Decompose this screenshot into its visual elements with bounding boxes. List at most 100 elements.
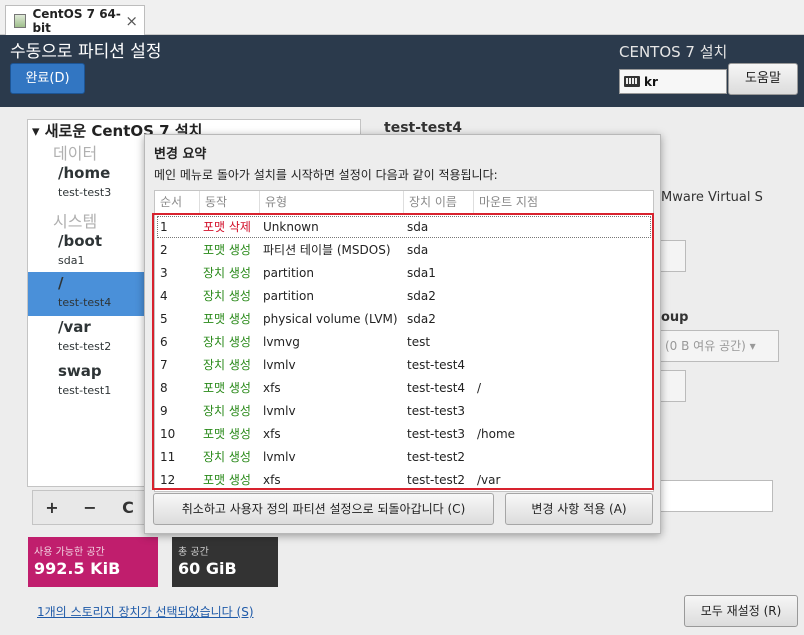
cell-mount: /: [477, 381, 482, 395]
cell-type: lvmvg: [263, 335, 300, 349]
cell-device: sda2: [407, 289, 436, 303]
cell-device: sda1: [407, 266, 436, 280]
column-device[interactable]: 장치 이름: [403, 191, 473, 214]
done-button[interactable]: 완료(D): [10, 63, 85, 94]
cell-action: 포맷 생성: [203, 381, 251, 395]
mount-name: /home: [58, 164, 111, 182]
table-row[interactable]: 4 장치 생성 partition sda2: [155, 285, 653, 308]
cell-device: test-test3: [407, 427, 466, 441]
cell-action: 포맷 생성: [203, 427, 251, 441]
storage-devices-link[interactable]: 1개의 스토리지 장치가 선택되었습니다 (S): [37, 603, 254, 620]
cell-type: lvmlv: [263, 404, 296, 418]
table-row[interactable]: 1 포맷 삭제 Unknown sda: [155, 216, 653, 239]
mount-name: /boot: [58, 232, 102, 250]
cell-type: partition: [263, 266, 314, 280]
cell-device: test: [407, 335, 431, 349]
cell-type: lvmlv: [263, 450, 296, 464]
column-type[interactable]: 유형: [259, 191, 403, 214]
total-space-box: 총 공간 60 GiB: [172, 537, 278, 587]
remove-mount-button[interactable]: −: [71, 491, 109, 524]
cell-order: 11: [160, 450, 176, 464]
keyboard-layout-indicator[interactable]: kr: [619, 69, 727, 94]
vm-icon: [14, 13, 27, 28]
changes-table: 순서 동작 유형 장치 이름 마운트 지점 1 포맷 삭제 Unknown sda 2 포…: [154, 190, 654, 492]
table-row[interactable]: 12 포맷 생성 xfs test-test2/var: [155, 469, 653, 491]
cell-action: 장치 생성: [203, 450, 251, 464]
cell-order: 8: [160, 381, 168, 395]
table-row[interactable]: 9 장치 생성 lvmlv test-test3: [155, 400, 653, 423]
cell-order: 10: [160, 427, 176, 441]
cell-action: 포맷 생성: [203, 312, 251, 326]
name-field[interactable]: [661, 480, 773, 512]
table-header: 순서 동작 유형 장치 이름 마운트 지점: [155, 191, 653, 215]
cell-action: 포맷 생성: [203, 243, 251, 257]
device-description: Mware Virtual S: [661, 190, 763, 205]
add-mount-button[interactable]: +: [33, 491, 71, 524]
volume-group-label: oup: [661, 310, 689, 325]
product-title: CENTOS 7 설치: [619, 43, 728, 61]
column-order[interactable]: 순서: [155, 191, 199, 214]
section-data: 데이터: [53, 144, 98, 163]
cell-order: 4: [160, 289, 168, 303]
vm-tab-title: CentOS 7 64-bit: [32, 6, 121, 35]
modify-device-button[interactable]: [661, 240, 686, 272]
cell-type: lvmlv: [263, 358, 296, 372]
mount-device: test-test1: [58, 384, 112, 397]
table-row[interactable]: 6 장치 생성 lvmvg test: [155, 331, 653, 354]
cell-order: 7: [160, 358, 168, 372]
cell-device: sda2: [407, 312, 436, 326]
cell-order: 12: [160, 473, 176, 487]
table-row[interactable]: 2 포맷 생성 파티션 테이블 (MSDOS) sda: [155, 239, 653, 262]
table-row[interactable]: 11 장치 생성 lvmlv test-test2: [155, 446, 653, 469]
mount-device: test-test2: [58, 340, 112, 353]
cell-device: test-test4: [407, 358, 466, 372]
volume-group-combo[interactable]: (0 B 여유 공간) ▾: [661, 330, 779, 362]
keyboard-layout-label: kr: [644, 74, 658, 89]
modify-group-button[interactable]: [661, 370, 686, 402]
anaconda-header: 수동으로 파티션 설정 완료(D) CENTOS 7 설치 kr 도움말: [0, 35, 804, 107]
reset-all-button[interactable]: 모두 재설정 (R): [684, 595, 798, 627]
cell-device: test-test2: [407, 473, 466, 487]
refresh-button[interactable]: C: [109, 491, 147, 524]
dialog-title: 변경 요약: [154, 147, 207, 162]
dialog-message: 메인 메뉴로 돌아가 설치를 시작하면 설정이 다음과 같이 적용됩니다:: [154, 168, 498, 182]
table-row[interactable]: 7 장치 생성 lvmlv test-test4: [155, 354, 653, 377]
cell-type: 파티션 테이블 (MSDOS): [263, 243, 391, 257]
cell-order: 1: [160, 220, 168, 234]
mount-name: /: [58, 274, 64, 292]
table-row[interactable]: 3 장치 생성 partition sda1: [155, 262, 653, 285]
cell-action: 장치 생성: [203, 404, 251, 418]
cell-order: 5: [160, 312, 168, 326]
help-button[interactable]: 도움말: [728, 63, 798, 95]
table-row[interactable]: 8 포맷 생성 xfs test-test4 /: [155, 377, 653, 400]
cell-order: 2: [160, 243, 168, 257]
accept-changes-button[interactable]: 변경 사항 적용 (A): [505, 493, 653, 525]
cell-action: 장치 생성: [203, 266, 251, 280]
cancel-return-button[interactable]: 취소하고 사용자 정의 파티션 설정으로 되돌아갑니다 (C): [153, 493, 494, 525]
cell-type: Unknown: [263, 220, 319, 234]
table-row[interactable]: 10 포맷 생성 xfs test-test3/home: [155, 423, 653, 446]
cell-order: 6: [160, 335, 168, 349]
cell-type: xfs: [263, 427, 281, 441]
column-mount[interactable]: 마운트 지점: [473, 191, 653, 214]
mount-device: test-test3: [58, 186, 112, 199]
close-icon[interactable]: ×: [125, 12, 138, 30]
table-row[interactable]: 5 포맷 생성 physical volume (LVM) sda2: [155, 308, 653, 331]
cell-action: 포맷 삭제: [203, 220, 251, 234]
vm-tab-strip: CentOS 7 64-bit ×: [0, 0, 804, 35]
mount-name: swap: [58, 362, 102, 380]
cell-device: test-test2: [407, 450, 466, 464]
column-action[interactable]: 동작: [199, 191, 259, 214]
cell-order: 3: [160, 266, 168, 280]
mount-device: test-test4: [58, 296, 112, 309]
cell-type: xfs: [263, 381, 281, 395]
vm-tab[interactable]: CentOS 7 64-bit ×: [5, 5, 145, 35]
cell-type: xfs: [263, 473, 281, 487]
mount-name: /var: [58, 318, 91, 336]
page-title: 수동으로 파티션 설정: [10, 42, 162, 62]
cell-action: 장치 생성: [203, 358, 251, 372]
cell-action: 장치 생성: [203, 289, 251, 303]
cell-mount: /home: [477, 427, 516, 441]
available-space-box: 사용 가능한 공간 992.5 KiB: [28, 537, 158, 587]
cell-device: sda: [407, 220, 429, 234]
